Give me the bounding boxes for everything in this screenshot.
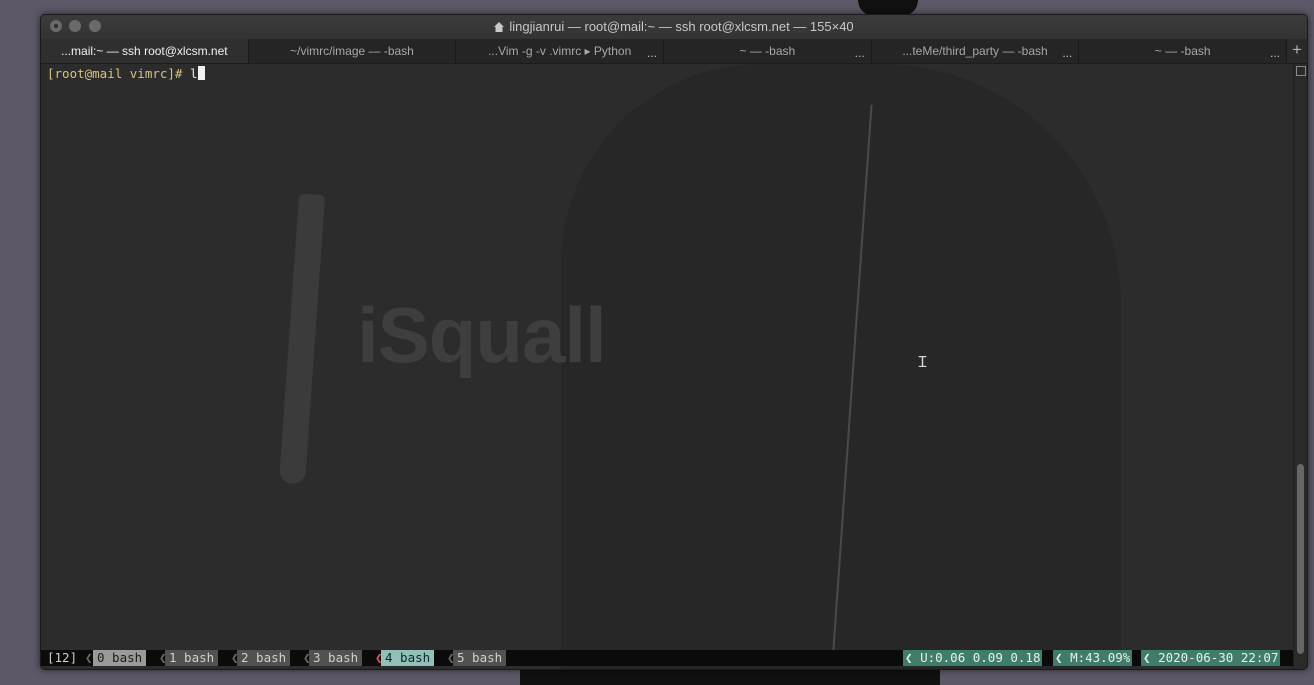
- tab-label: ~ — -bash: [1154, 44, 1211, 58]
- tmux-session: [12]: [47, 650, 78, 665]
- title-bar: lingjianrui — root@mail:~ — ssh root@xlc…: [41, 15, 1307, 39]
- tmux-window-4[interactable]: 4 bash: [381, 650, 435, 666]
- datetime-value: 2020-06-30 22:07: [1158, 650, 1279, 665]
- window-title: lingjianrui — root@mail:~ — ssh root@xlc…: [509, 19, 854, 34]
- tab-ssh[interactable]: ...mail:~ — ssh root@xlcsm.net: [41, 39, 249, 63]
- tmux-window-0[interactable]: 0 bash: [93, 650, 147, 666]
- tab-more-icon: ...: [647, 46, 658, 60]
- tab-label: ...teMe/third_party — -bash: [902, 44, 1048, 58]
- wallpaper-figure: [561, 64, 1121, 669]
- clock: ❮ 2020-06-30 22:07: [1141, 650, 1281, 666]
- load-average: ❮ U:0.06 0.09 0.18: [903, 650, 1043, 666]
- tab-vimrc-image[interactable]: ~/vimrc/image — -bash: [248, 39, 457, 63]
- tab-label: ...Vim -g -v .vimrc ▸ Python: [488, 44, 632, 58]
- tab-vim[interactable]: ...Vim -g -v .vimrc ▸ Python ...: [456, 39, 665, 63]
- terminal-content[interactable]: iSquall [root@mail vimrc]# l [12] ❮ 0 ba…: [41, 64, 1293, 669]
- separator-icon: ❮: [85, 650, 93, 665]
- split-pane-icon[interactable]: [1296, 66, 1306, 76]
- scrollbar-thumb[interactable]: [1297, 464, 1304, 654]
- tmux-window-5[interactable]: 5 bash: [453, 650, 507, 666]
- text-cursor: [197, 66, 205, 80]
- memory-value: M:43.09%: [1070, 650, 1131, 665]
- wallpaper-shape: [520, 668, 940, 685]
- command-input[interactable]: l: [190, 66, 198, 81]
- tmux-status-bar: [12] ❮ 0 bash ❮ 1 bash ❮ 2 bash ❮ 3 bash…: [41, 650, 1293, 666]
- shell-prompt: [root@mail vimrc]#: [47, 66, 190, 81]
- tab-more-icon: ...: [854, 46, 865, 60]
- tab-label: ~ — -bash: [739, 44, 796, 58]
- tab-label: ...mail:~ — ssh root@xlcsm.net: [61, 44, 228, 58]
- tab-more-icon: ...: [1062, 46, 1073, 60]
- terminal-window: lingjianrui — root@mail:~ — ssh root@xlc…: [40, 14, 1308, 670]
- tab-home-bash-2[interactable]: ~ — -bash ...: [1079, 39, 1288, 63]
- tmux-window-1[interactable]: 1 bash: [165, 650, 219, 666]
- memory-usage: ❮ M:43.09%: [1053, 650, 1133, 666]
- tab-label: ~/vimrc/image — -bash: [290, 44, 414, 58]
- load-value: U:0.06 0.09 0.18: [920, 650, 1041, 665]
- tab-more-icon: ...: [1270, 46, 1281, 60]
- terminal-prompt-line: [root@mail vimrc]# l: [47, 66, 205, 82]
- add-tab-button[interactable]: +: [1287, 39, 1307, 63]
- wallpaper-logo-text: iSquall: [357, 291, 607, 379]
- ibeam-cursor-icon: Ｉ: [915, 353, 931, 371]
- tmux-window-3[interactable]: 3 bash: [309, 650, 363, 666]
- tab-third-party[interactable]: ...teMe/third_party — -bash ...: [871, 39, 1080, 63]
- window-title-container: lingjianrui — root@mail:~ — ssh root@xlc…: [41, 15, 1307, 39]
- tmux-window-2[interactable]: 2 bash: [237, 650, 291, 666]
- tab-home-bash[interactable]: ~ — -bash ...: [664, 39, 872, 63]
- vertical-scrollbar[interactable]: [1293, 64, 1307, 669]
- tab-bar: ...mail:~ — ssh root@xlcsm.net ~/vimrc/i…: [41, 39, 1307, 64]
- wallpaper-blade: [278, 193, 326, 485]
- home-icon: [494, 22, 505, 32]
